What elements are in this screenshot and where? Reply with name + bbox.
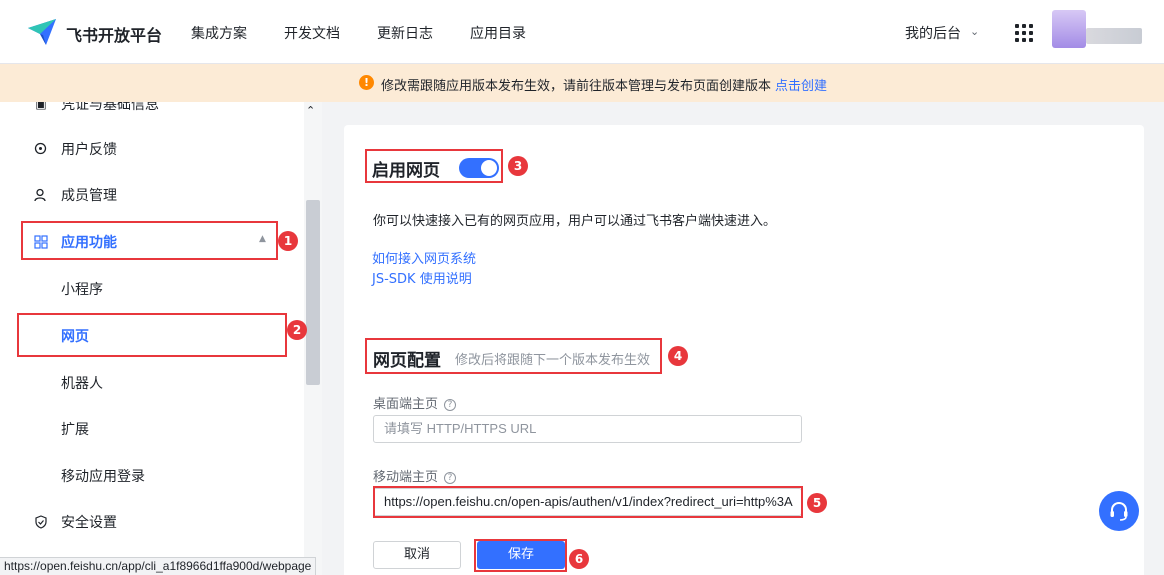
notice-text: 修改需跟随应用版本发布生效，请前往版本管理与发布页面创建版本: [381, 79, 772, 94]
annotation-badge-5: 5: [807, 493, 827, 513]
nav-link-changelog[interactable]: 更新日志: [377, 23, 433, 43]
desktop-homepage-label: 桌面端主页?: [373, 393, 457, 412]
webpage-description: 你可以快速接入已有的网页应用，用户可以通过飞书客户端快速进入。: [373, 214, 777, 229]
desktop-homepage-input[interactable]: 请填写 HTTP/HTTPS URL: [373, 415, 802, 443]
feedback-icon: [34, 142, 47, 155]
desktop-homepage-label-text: 桌面端主页: [373, 397, 439, 412]
sidebar-item-label: 安全设置: [61, 515, 117, 531]
avatar[interactable]: [1052, 10, 1142, 48]
how-to-integrate-link[interactable]: 如何接入网页系统: [372, 248, 476, 267]
app-grid-icon[interactable]: [1015, 24, 1033, 42]
help-icon[interactable]: ?: [444, 399, 457, 411]
annotation-box-4: [365, 338, 662, 374]
nav-link-docs[interactable]: 开发文档: [284, 23, 340, 43]
browser-status-url: https://open.feishu.cn/app/cli_a1f8966d1…: [0, 557, 317, 575]
warning-icon: !: [359, 75, 374, 90]
sidebar-item-label: 用户反馈: [61, 142, 117, 158]
sidebar-item-credentials[interactable]: ▣ 凭证与基础信息: [34, 102, 159, 114]
annotation-box-6: [474, 539, 567, 572]
sidebar-item-label: 凭证与基础信息: [61, 102, 159, 113]
sidebar-item-mini-program[interactable]: 小程序: [61, 279, 103, 299]
document-icon: ▣: [35, 102, 47, 111]
mobile-homepage-label-text: 移动端主页: [373, 470, 439, 485]
annotation-badge-4: 4: [668, 346, 688, 366]
headset-icon: [1110, 501, 1128, 521]
annotation-box-2: [17, 313, 287, 357]
chevron-down-icon[interactable]: ⌄: [970, 25, 979, 38]
sidebar-item-bot[interactable]: 机器人: [61, 373, 103, 393]
sidebar-item-extension[interactable]: 扩展: [61, 419, 89, 439]
annotation-badge-3: 3: [508, 156, 528, 176]
sidebar-item-label: 成员管理: [61, 188, 117, 204]
sidebar-scrollbar-thumb[interactable]: [306, 200, 320, 385]
sidebar-item-feedback[interactable]: 用户反馈: [34, 139, 117, 159]
sidebar-item-members[interactable]: 成员管理: [34, 185, 117, 205]
sidebar-item-security[interactable]: 安全设置: [34, 512, 117, 532]
annotation-badge-2: 2: [287, 320, 307, 340]
member-icon: [34, 188, 46, 202]
sidebar-item-mobile-login[interactable]: 移动应用登录: [61, 466, 145, 486]
notice-bar: ! 修改需跟随应用版本发布生效，请前往版本管理与发布页面创建版本 点击创建: [0, 64, 1164, 102]
cancel-button[interactable]: 取消: [373, 541, 461, 569]
nav-link-solutions[interactable]: 集成方案: [191, 23, 247, 43]
annotation-box-3: [365, 149, 503, 183]
jssdk-guide-link[interactable]: JS-SDK 使用说明: [372, 268, 472, 287]
mobile-homepage-label: 移动端主页?: [373, 466, 457, 485]
top-nav: 飞书开放平台 集成方案 开发文档 更新日志 应用目录 我的后台 ⌄: [0, 0, 1164, 64]
my-backend-menu[interactable]: 我的后台: [905, 23, 961, 43]
annotation-box-1: [21, 221, 278, 260]
customer-service-button[interactable]: [1099, 491, 1139, 531]
annotation-badge-1: 1: [278, 231, 298, 251]
feishu-logo-icon[interactable]: [26, 16, 58, 48]
shield-icon: [35, 515, 47, 529]
annotation-box-5: [373, 486, 803, 518]
chevron-up-icon[interactable]: ⌃: [306, 104, 315, 117]
help-icon[interactable]: ?: [444, 472, 457, 484]
annotation-badge-6: 6: [569, 549, 589, 569]
nav-link-app-directory[interactable]: 应用目录: [470, 23, 526, 43]
create-version-link[interactable]: 点击创建: [775, 75, 827, 94]
brand-name[interactable]: 飞书开放平台: [66, 22, 162, 46]
